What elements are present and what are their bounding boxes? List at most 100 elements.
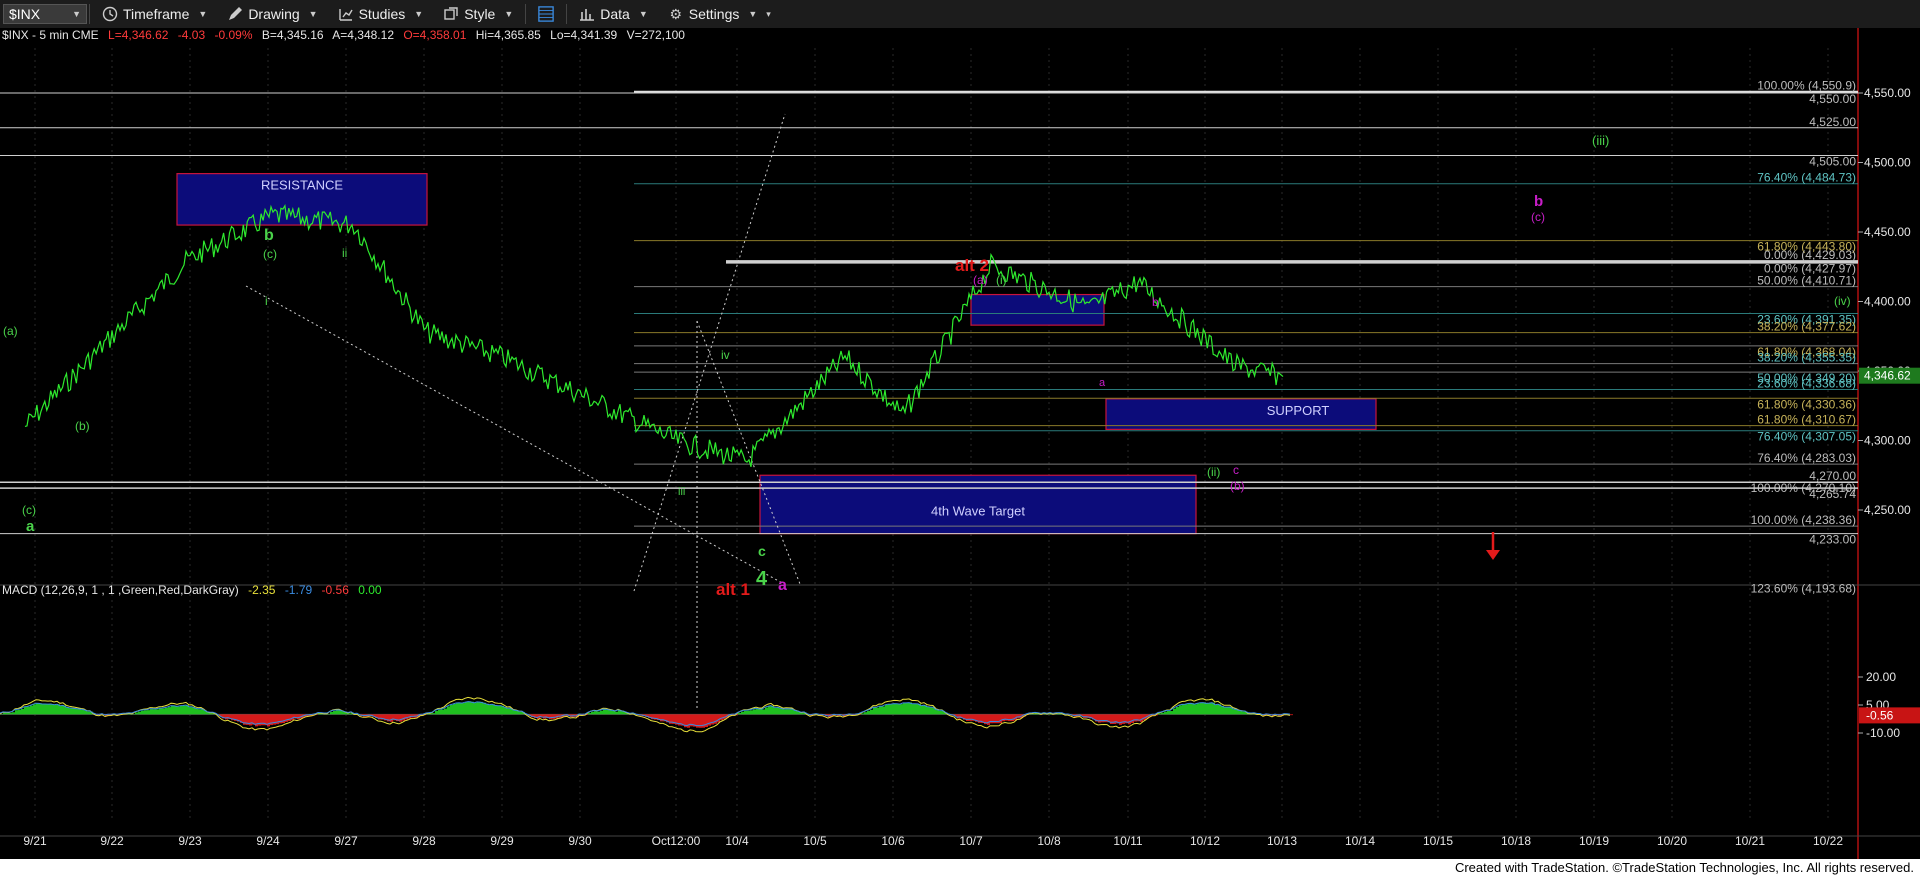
macd-bar [870,709,873,715]
wave-label: iii [678,486,685,498]
quote-volume: V=272,100 [627,28,686,42]
data-button[interactable]: Data ▼ [569,0,658,28]
settings-label[interactable]: Settings [689,6,740,22]
macd-bar [9,712,12,715]
macd-bar [774,707,777,715]
price-level-label: 76.40% (4,484.73) [1757,171,1856,185]
macd-bar [873,707,876,715]
studies-button[interactable]: Studies ▼ [328,0,434,28]
chevron-down-icon[interactable]: ▼ [639,9,648,19]
macd-bar [162,708,165,715]
style-button[interactable]: Style ▼ [433,0,523,28]
macd-bar [1191,703,1194,715]
macd-bar [897,703,900,715]
price-level-label: 23.60% (4,336.68) [1757,377,1856,391]
macd-bar [48,704,51,715]
studies-label[interactable]: Studies [359,6,406,22]
timeframe-button[interactable]: Timeframe ▼ [92,0,217,28]
chevron-down-icon[interactable]: ▼ [72,9,81,19]
macd-bar [1131,714,1134,723]
wave-label: b [1534,193,1543,210]
macd-bar [183,705,186,715]
settings-button[interactable]: ⚙ Settings ▼ ▾ [658,0,781,28]
macd-bar [75,708,78,715]
price-level-label: 50.00% (4,410.71) [1757,274,1856,288]
macd-bar [738,713,741,715]
macd-bar [1158,713,1161,715]
toolbar-divider [566,4,568,24]
symbol-selector[interactable]: $INX ▼ [3,4,87,24]
symbol-value[interactable]: $INX [9,6,40,22]
chart-canvas[interactable]: $INX - 5 min CME L=4,346.62 -4.03 -0.09%… [0,28,1920,859]
x-tick-label: 10/5 [803,834,827,848]
macd-bar [765,707,768,715]
macd-bar [507,708,510,715]
macd-bar [864,712,867,715]
x-tick-label: 10/15 [1423,834,1453,848]
quote-high: Hi=4,365.85 [476,28,541,42]
chevron-down-icon[interactable]: ▼ [414,9,423,19]
macd-bar [1203,702,1206,715]
macd-bar [438,709,441,715]
macd-bar [144,710,147,715]
chevron-down-icon[interactable]: ▼ [748,9,757,19]
macd-bar [720,714,723,721]
quote-symbol: $INX - 5 min CME [2,28,99,42]
x-tick-label: 9/28 [412,834,436,848]
macd-bar [939,710,942,715]
macd-bar [399,714,402,722]
x-tick-label: 10/13 [1267,834,1297,848]
price-level-label: 61.80% (4,330.36) [1757,397,1856,411]
macd-bar [18,709,21,715]
macd-bar [486,703,489,715]
macd-bar [378,714,381,720]
macd-bar [189,707,192,715]
overflow-icon[interactable]: ▾ [766,9,771,20]
x-tick-label: 10/6 [881,834,905,848]
timeframe-label[interactable]: Timeframe [123,6,189,22]
macd-bar [1170,711,1173,715]
price-level-label: 61.80% (4,310.67) [1757,413,1856,427]
data-label[interactable]: Data [600,6,630,22]
chevron-down-icon[interactable]: ▼ [309,9,318,19]
macd-bar [33,704,36,715]
macd-bar [1008,714,1011,722]
chevron-down-icon[interactable]: ▼ [504,9,513,19]
macd-bar [1173,708,1176,715]
clock-icon [102,6,118,22]
macd-value-2: -1.79 [285,583,313,597]
macd-bar [459,702,462,715]
macd-bar [1083,714,1086,718]
macd-bar [867,710,870,715]
x-tick-label: 10/18 [1501,834,1531,848]
macd-bar [150,709,153,715]
x-tick-label: 9/27 [334,834,358,848]
macd-bar [348,713,351,715]
toolbar: $INX ▼ Timeframe ▼ Drawing ▼ Studies ▼ S… [0,0,1920,29]
macd-bar [549,714,552,720]
chevron-down-icon[interactable]: ▼ [198,9,207,19]
price-level-label: 76.40% (4,307.05) [1757,430,1856,444]
macd-bar [444,708,447,715]
price-level-label: 76.40% (4,283.03) [1757,451,1856,465]
copyright-text: Created with TradeStation. ©TradeStation… [1454,860,1914,875]
style-label[interactable]: Style [464,6,495,22]
quote-low: Lo=4,341.39 [550,28,617,42]
macd-bar [1167,710,1170,715]
x-tick-label: 10/11 [1113,834,1142,848]
macd-bar [1233,709,1236,715]
quote-change-pct: -0.09% [214,28,252,42]
macd-bar [441,709,444,715]
macd-bar [789,709,792,715]
macd-bar [171,705,174,715]
layout-button[interactable] [528,0,564,28]
macd-bar [759,709,762,715]
macd-bar [69,708,72,715]
macd-bar [621,711,624,715]
drawing-button[interactable]: Drawing ▼ [217,0,327,28]
macd-bar [450,704,453,715]
drawing-label[interactable]: Drawing [248,6,299,22]
macd-bar [456,702,459,715]
wave-label: (ii) [1207,465,1220,479]
macd-bar [12,712,15,715]
